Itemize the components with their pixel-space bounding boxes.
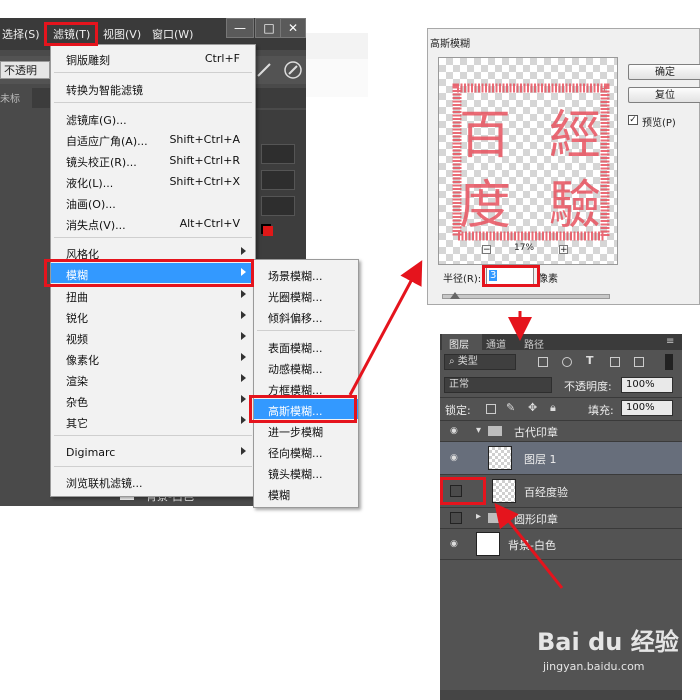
arrow-to-visibility <box>494 502 564 589</box>
watermark-logo: Bai du 经验 <box>537 628 679 656</box>
annotation-arrows <box>348 260 564 589</box>
baidu-watermark: Bai du 经验 jingyan.baidu.com <box>537 622 687 682</box>
arrow-to-dialog <box>348 260 423 396</box>
watermark-url: jingyan.baidu.com <box>543 660 645 673</box>
